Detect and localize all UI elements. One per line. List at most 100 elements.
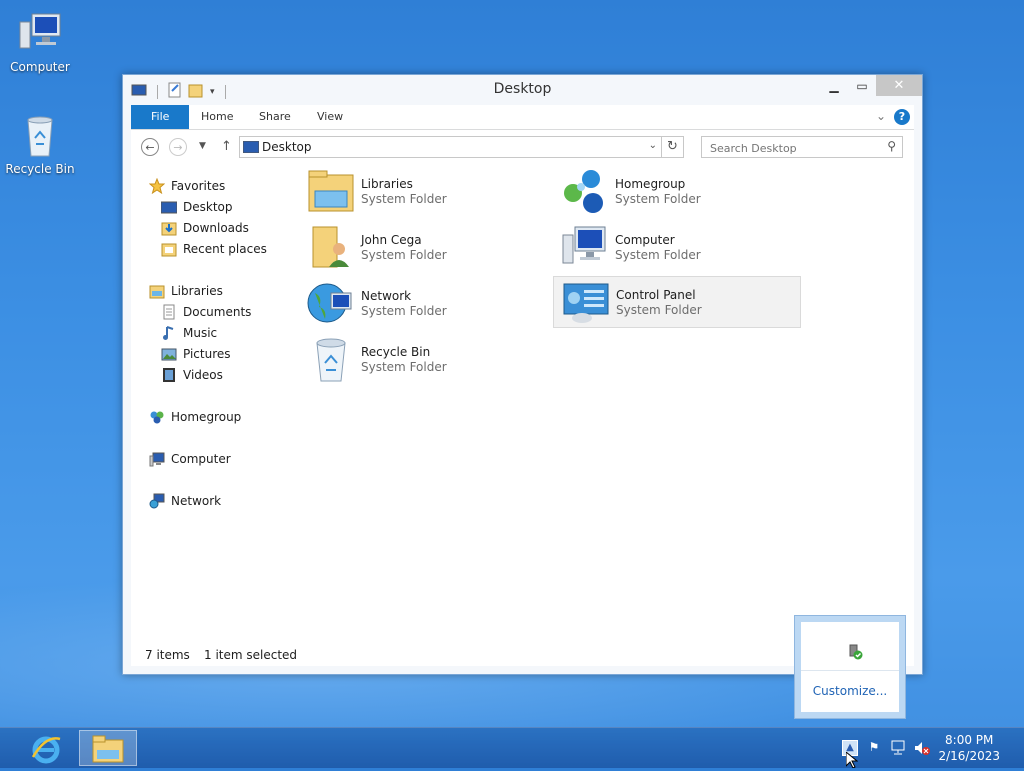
- close-button[interactable]: ✕: [876, 75, 922, 96]
- taskbar-internet-explorer[interactable]: [17, 730, 75, 766]
- homegroup-icon: [149, 409, 165, 425]
- nav-downloads[interactable]: Downloads: [161, 220, 249, 236]
- item-name: Computer: [615, 232, 675, 247]
- item-computer[interactable]: Computer System Folder: [553, 222, 801, 272]
- libraries-icon: [149, 283, 165, 299]
- content-pane: Libraries System Folder Homegroup System F…: [299, 166, 914, 626]
- tab-share[interactable]: Share: [245, 105, 305, 129]
- item-name: Libraries: [361, 176, 413, 191]
- item-name: Control Panel: [616, 287, 696, 302]
- back-button[interactable]: ←: [141, 138, 159, 156]
- item-name: Recycle Bin: [361, 344, 431, 359]
- nav-desktop[interactable]: Desktop: [160, 199, 233, 215]
- item-type: System Folder: [615, 247, 701, 262]
- item-homegroup[interactable]: Homegroup System Folder: [553, 166, 801, 216]
- nav-network[interactable]: Network: [149, 493, 221, 509]
- nav-computer[interactable]: Computer: [149, 451, 231, 467]
- nav-documents[interactable]: Documents: [161, 304, 251, 320]
- popup-divider: [801, 670, 899, 671]
- explorer-window: ▾ Desktop ▁ ▭ ✕ File Home Share View ⌄ ?…: [122, 74, 923, 675]
- desktop-icon-recycle-bin[interactable]: Recycle Bin: [0, 112, 80, 176]
- volume-muted-icon[interactable]: [914, 740, 930, 756]
- network-status-icon[interactable]: [890, 740, 906, 756]
- nav-favorites[interactable]: Favorites: [148, 177, 225, 195]
- item-type: System Folder: [361, 359, 447, 374]
- minimize-button[interactable]: ▁: [820, 75, 848, 96]
- clock-time: 8:00 PM: [945, 733, 994, 747]
- chevron-down-icon[interactable]: ⌄: [649, 140, 657, 151]
- desktop-icon-label: Computer: [10, 60, 70, 74]
- pictures-icon: [161, 346, 177, 362]
- item-control-panel[interactable]: Control Panel System Folder: [553, 276, 801, 328]
- nav-label: Network: [171, 494, 222, 508]
- ribbon-tabs: File Home Share View ⌄ ?: [131, 105, 914, 130]
- network-globe-icon: [307, 279, 355, 327]
- status-item-count: 7 items: [145, 648, 190, 662]
- recycle-bin-icon: [16, 112, 64, 160]
- downloads-icon: [161, 220, 177, 236]
- nav-homegroup[interactable]: Homegroup: [149, 409, 241, 425]
- item-name: John Cega: [361, 232, 422, 247]
- file-explorer-icon: [92, 734, 124, 767]
- user-folder-icon: [307, 223, 355, 271]
- computer-icon: [149, 451, 165, 467]
- refresh-button[interactable]: ↻: [662, 136, 684, 158]
- videos-icon: [161, 367, 177, 383]
- nav-pictures[interactable]: Pictures: [161, 346, 231, 362]
- clock[interactable]: 8:00 PM 2/16/2023: [938, 732, 1000, 764]
- search-input[interactable]: [702, 137, 887, 159]
- status-selected-count: 1 item selected: [204, 648, 298, 662]
- nav-label: Music: [183, 326, 218, 340]
- recent-locations-dropdown[interactable]: ▼: [199, 141, 206, 151]
- tray-overflow-popup: Customize...: [794, 615, 906, 719]
- desktop-icon: [160, 199, 178, 215]
- tab-home[interactable]: Home: [187, 105, 247, 129]
- up-button[interactable]: ↑: [221, 139, 232, 154]
- help-icon[interactable]: ?: [894, 109, 910, 125]
- nav-videos[interactable]: Videos: [161, 367, 223, 383]
- expand-ribbon-icon[interactable]: ⌄: [876, 109, 886, 123]
- navigation-pane: Favorites Desktop Downloads Recent place…: [131, 166, 299, 626]
- item-recycle-bin[interactable]: Recycle Bin System Folder: [299, 334, 547, 384]
- maximize-button[interactable]: ▭: [848, 75, 876, 96]
- forward-button[interactable]: →: [169, 138, 187, 156]
- item-type: System Folder: [615, 191, 701, 206]
- window-title: Desktop: [493, 81, 552, 97]
- tab-file[interactable]: File: [131, 105, 190, 129]
- libraries-folder-icon: [307, 167, 355, 215]
- desktop-icon-computer[interactable]: Computer: [0, 10, 80, 74]
- item-john-cega[interactable]: John Cega System Folder: [299, 222, 547, 272]
- item-type: System Folder: [361, 191, 447, 206]
- taskbar-file-explorer[interactable]: [79, 730, 137, 766]
- item-network[interactable]: Network System Folder: [299, 278, 547, 328]
- item-name: Homegroup: [615, 176, 686, 191]
- item-type: System Folder: [361, 247, 447, 262]
- explorer-client-area: Favorites Desktop Downloads Recent place…: [131, 166, 914, 666]
- tab-view[interactable]: View: [303, 105, 357, 129]
- navigation-bar: ← → ▼ ↑ Desktop ⌄ ↻ ⚲: [131, 130, 914, 166]
- item-libraries[interactable]: Libraries System Folder: [299, 166, 547, 216]
- address-text: Desktop: [262, 140, 312, 154]
- nav-recent-places[interactable]: Recent places: [161, 241, 267, 257]
- address-bar[interactable]: Desktop ⌄: [239, 136, 662, 158]
- star-icon: [148, 177, 166, 195]
- clock-date: 2/16/2023: [938, 749, 1000, 763]
- usb-safely-remove-icon[interactable]: [847, 644, 863, 663]
- desktop-location-icon: [242, 140, 260, 156]
- homegroup-icon: [561, 167, 609, 215]
- nav-label: Homegroup: [171, 410, 242, 424]
- customize-link[interactable]: Customize...: [801, 684, 899, 698]
- control-panel-icon: [562, 278, 610, 326]
- search-box: ⚲: [701, 136, 903, 159]
- computer-icon: [16, 10, 64, 58]
- nav-libraries[interactable]: Libraries: [149, 283, 223, 299]
- nav-label: Recent places: [183, 242, 267, 256]
- search-icon[interactable]: ⚲: [887, 139, 896, 153]
- nav-music[interactable]: Music: [161, 325, 217, 341]
- recent-places-icon: [161, 241, 177, 257]
- title-bar[interactable]: ▾ Desktop ▁ ▭ ✕: [123, 75, 922, 105]
- flag-icon[interactable]: ⚑: [866, 740, 882, 756]
- nav-label: Pictures: [183, 347, 231, 361]
- nav-label: Downloads: [183, 221, 249, 235]
- recycle-bin-icon: [307, 335, 355, 383]
